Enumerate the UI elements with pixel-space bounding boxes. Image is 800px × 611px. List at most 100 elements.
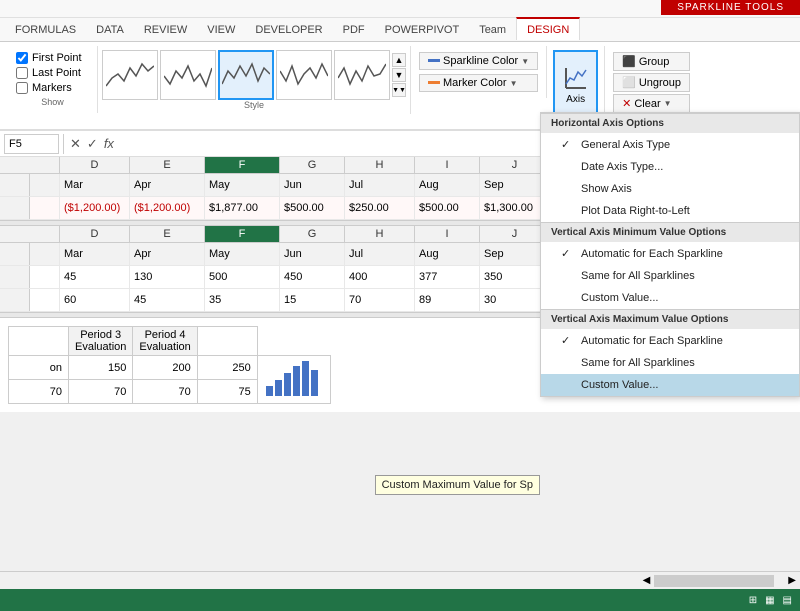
cell[interactable]: 400 [345, 266, 415, 288]
cell-reference-input[interactable] [4, 134, 59, 154]
cell[interactable]: Mar [60, 243, 130, 265]
cell[interactable]: 89 [415, 289, 480, 311]
fx-button[interactable]: fx [102, 136, 116, 151]
cell[interactable]: 60 [60, 289, 130, 311]
cell[interactable]: May [205, 174, 280, 196]
horizontal-scrollbar[interactable]: ◀ ▶ [0, 571, 800, 589]
cell[interactable]: 250 [197, 356, 257, 380]
cancel-formula-button[interactable]: ✕ [68, 136, 83, 152]
cell[interactable] [30, 197, 60, 219]
cell[interactable]: $500.00 [415, 197, 480, 219]
axis-button[interactable]: Axis [553, 50, 598, 118]
cell[interactable]: 75 [197, 380, 257, 404]
custom-max[interactable]: Custom Value... [541, 374, 799, 396]
date-axis-type[interactable]: Date Axis Type... [541, 156, 799, 178]
style-scroll-down[interactable]: ▼ [392, 68, 406, 82]
plot-rtl[interactable]: Plot Data Right-to-Left [541, 200, 799, 222]
same-all-min[interactable]: Same for All Sparklines [541, 265, 799, 287]
show-markers[interactable]: Markers [16, 82, 89, 94]
cell[interactable] [30, 266, 60, 288]
cell[interactable]: 70 [133, 380, 197, 404]
show-axis-item[interactable]: Show Axis [541, 178, 799, 200]
tab-review[interactable]: REVIEW [134, 18, 197, 41]
cell[interactable] [30, 174, 60, 196]
sparkline-style-2[interactable] [160, 50, 216, 100]
scroll-left-button[interactable]: ◀ [639, 575, 655, 586]
last-point-checkbox[interactable] [16, 67, 28, 79]
col-header-G2[interactable]: G [280, 226, 345, 242]
sparkline-style-3[interactable] [218, 50, 274, 100]
ungroup-button[interactable]: ⬜ Ungroup [613, 73, 690, 92]
tab-formulas[interactable]: FORMULAS [5, 18, 86, 41]
tab-design[interactable]: DESIGN [516, 17, 580, 40]
col-header-I[interactable]: I [415, 157, 480, 173]
col-header-H2[interactable]: H [345, 226, 415, 242]
cell[interactable]: $500.00 [280, 197, 345, 219]
sparkline-color-button[interactable]: Sparkline Color ▼ [419, 52, 538, 70]
cell[interactable]: 130 [130, 266, 205, 288]
cell[interactable]: Jul [345, 243, 415, 265]
col-header-F[interactable]: F [205, 157, 280, 173]
style-scroll-up[interactable]: ▲ [392, 53, 406, 67]
col-header-G[interactable]: G [280, 157, 345, 173]
cell[interactable]: Apr [130, 174, 205, 196]
col-header-F2[interactable]: F [205, 226, 280, 242]
sparkline-style-5[interactable] [334, 50, 390, 100]
tab-view[interactable]: VIEW [197, 18, 245, 41]
first-point-checkbox[interactable] [16, 52, 28, 64]
cell[interactable]: 15 [280, 289, 345, 311]
cell[interactable]: 450 [280, 266, 345, 288]
cell[interactable]: 70 [9, 380, 69, 404]
col-header-H[interactable]: H [345, 157, 415, 173]
cell[interactable]: Jun [280, 174, 345, 196]
same-all-max[interactable]: Same for All Sparklines [541, 352, 799, 374]
show-first-point[interactable]: First Point [16, 52, 89, 64]
tab-team[interactable]: Team [469, 18, 516, 41]
group-button[interactable]: ⬛ Group [613, 52, 690, 71]
sparkline-style-4[interactable] [276, 50, 332, 100]
col-header-D[interactable]: D [60, 157, 130, 173]
cell[interactable]: Mar [60, 174, 130, 196]
cell[interactable]: 35 [205, 289, 280, 311]
cell[interactable]: ($1,200.00) [60, 197, 130, 219]
cell[interactable]: on [9, 356, 69, 380]
cell[interactable]: 45 [130, 289, 205, 311]
tab-powerpivot[interactable]: POWERPIVOT [375, 18, 470, 41]
marker-color-button[interactable]: Marker Color ▼ [419, 74, 538, 92]
cell[interactable]: 150 [69, 356, 133, 380]
cell[interactable]: Apr [130, 243, 205, 265]
col-header-I2[interactable]: I [415, 226, 480, 242]
general-axis-type[interactable]: ✓ General Axis Type [541, 133, 799, 156]
custom-min[interactable]: Custom Value... [541, 287, 799, 309]
col-header-E2[interactable]: E [130, 226, 205, 242]
cell[interactable]: Aug [415, 174, 480, 196]
cell[interactable]: $250.00 [345, 197, 415, 219]
cell[interactable]: Aug [415, 243, 480, 265]
sparkline-style-1[interactable] [102, 50, 158, 100]
tab-developer[interactable]: DEVELOPER [245, 18, 332, 41]
cell[interactable] [30, 243, 60, 265]
cell[interactable]: May [205, 243, 280, 265]
cell[interactable]: 500 [205, 266, 280, 288]
cell[interactable]: 70 [345, 289, 415, 311]
tab-data[interactable]: DATA [86, 18, 134, 41]
scroll-track[interactable] [654, 575, 774, 587]
cell[interactable]: 200 [133, 356, 197, 380]
cell[interactable]: $1,877.00 [205, 197, 280, 219]
cell[interactable]: 45 [60, 266, 130, 288]
cell[interactable]: Jun [280, 243, 345, 265]
cell[interactable]: 70 [69, 380, 133, 404]
confirm-formula-button[interactable]: ✓ [85, 136, 100, 152]
auto-each-max[interactable]: ✓ Automatic for Each Sparkline [541, 329, 799, 352]
cell[interactable]: Jul [345, 174, 415, 196]
clear-button[interactable]: ✕ Clear ▼ [613, 94, 690, 113]
auto-each-min[interactable]: ✓ Automatic for Each Sparkline [541, 242, 799, 265]
tab-pdf[interactable]: PDF [333, 18, 375, 41]
col-header-D2[interactable]: D [60, 226, 130, 242]
style-scroll-more[interactable]: ▼▼ [392, 83, 406, 97]
scroll-right-button[interactable]: ▶ [784, 575, 800, 586]
cell[interactable] [30, 289, 60, 311]
markers-checkbox[interactable] [16, 82, 28, 94]
cell[interactable]: 377 [415, 266, 480, 288]
cell[interactable]: ($1,200.00) [130, 197, 205, 219]
